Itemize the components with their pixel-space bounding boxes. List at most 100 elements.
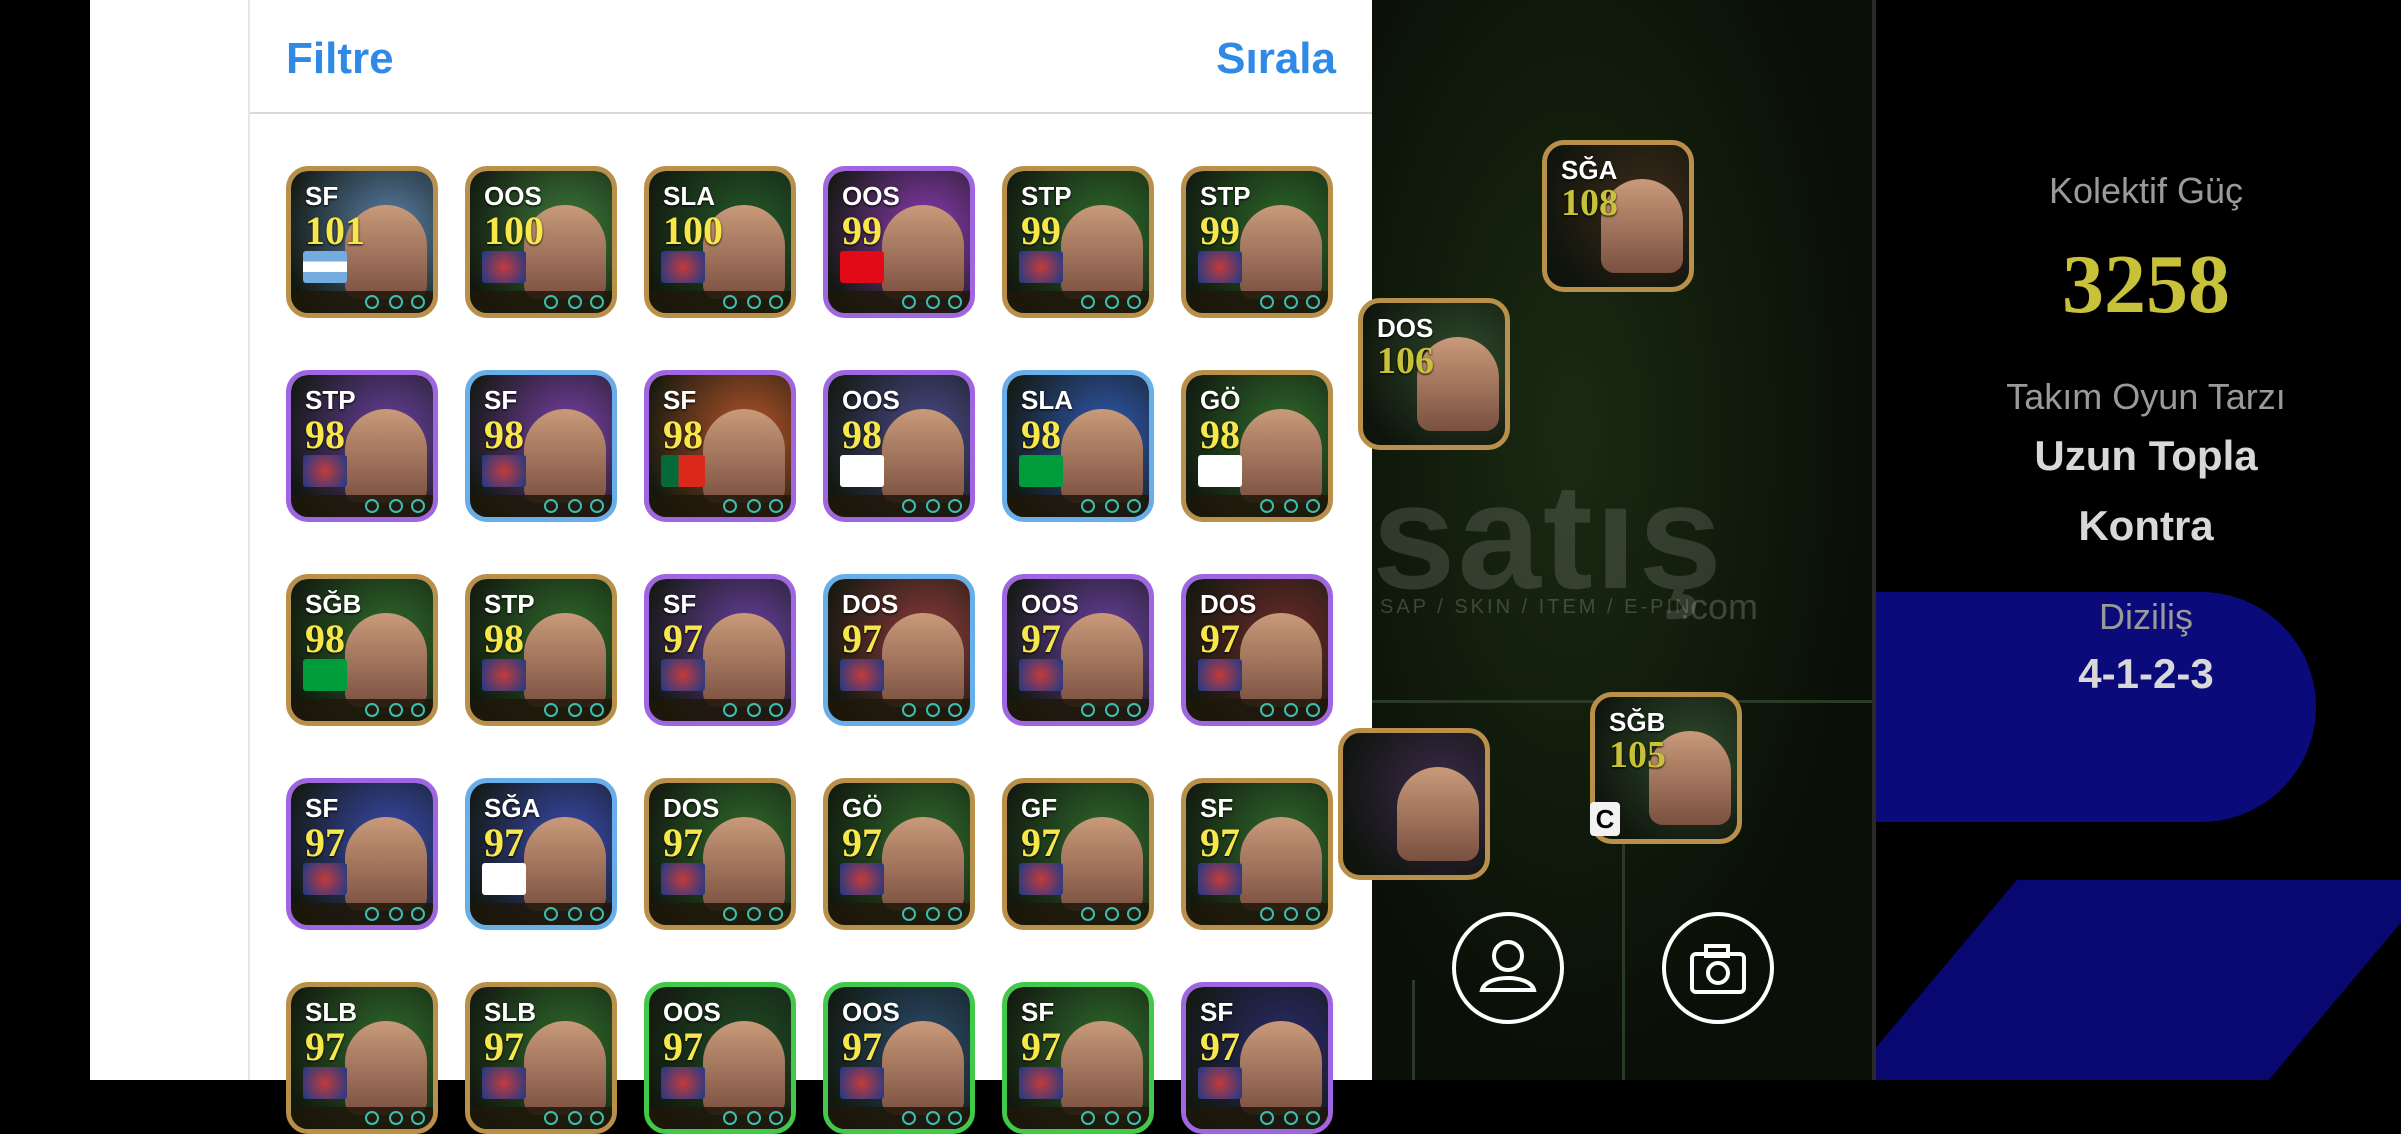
player-card[interactable]: SF 97 bbox=[1002, 982, 1154, 1134]
skill-badge-icon bbox=[747, 295, 761, 309]
player-card[interactable]: SF 97 bbox=[1181, 982, 1333, 1134]
skill-badge-icon bbox=[747, 499, 761, 513]
player-rating: 98 bbox=[484, 412, 524, 457]
decorative-shape bbox=[1876, 880, 2401, 1080]
skill-badge-icon bbox=[1260, 703, 1274, 717]
skill-badge-icon bbox=[1260, 499, 1274, 513]
player-card[interactable]: STP 98 bbox=[465, 574, 617, 726]
skill-badge-icon bbox=[769, 499, 783, 513]
player-card[interactable]: OOS 100 bbox=[465, 166, 617, 318]
player-card[interactable]: SF 98 bbox=[644, 370, 796, 522]
player-rating: 100 bbox=[484, 208, 544, 253]
skill-badge-icon bbox=[411, 703, 425, 717]
player-card[interactable]: SLB 97 bbox=[286, 982, 438, 1134]
player-portrait bbox=[882, 817, 964, 911]
skill-badge-icon bbox=[1105, 1111, 1119, 1125]
england-flag-icon bbox=[840, 455, 884, 487]
player-card[interactable]: SF 101 bbox=[286, 166, 438, 318]
skill-badge-icon bbox=[1081, 703, 1095, 717]
player-rating: 97 bbox=[842, 1024, 882, 1069]
player-card[interactable]: GÖ 98 bbox=[1181, 370, 1333, 522]
profile-button[interactable] bbox=[1452, 912, 1564, 1024]
player-card[interactable]: DOS 97 bbox=[644, 778, 796, 930]
skill-badge-icon bbox=[1105, 295, 1119, 309]
formation-value[interactable]: 4-1-2-3 bbox=[1876, 650, 2401, 698]
player-card[interactable]: STP 99 bbox=[1002, 166, 1154, 318]
skill-badge-icon bbox=[723, 295, 737, 309]
skill-badge-icon bbox=[590, 499, 604, 513]
camera-button[interactable] bbox=[1662, 912, 1774, 1024]
player-card[interactable]: OOS 97 bbox=[644, 982, 796, 1134]
player-rating: 105 bbox=[1609, 734, 1666, 776]
player-card[interactable]: OOS 97 bbox=[823, 982, 975, 1134]
player-card[interactable]: DOS 97 bbox=[1181, 574, 1333, 726]
player-card[interactable]: SĞB 98 bbox=[286, 574, 438, 726]
player-portrait bbox=[1240, 817, 1322, 911]
player-portrait bbox=[1240, 1021, 1322, 1115]
player-card[interactable]: OOS 99 bbox=[823, 166, 975, 318]
player-portrait bbox=[524, 1021, 606, 1115]
player-card[interactable]: OOS 97 bbox=[1002, 574, 1154, 726]
real-madrid-badge-icon bbox=[303, 863, 347, 895]
watermark-com: .com bbox=[1680, 586, 1759, 627]
player-card[interactable]: OOS 98 bbox=[823, 370, 975, 522]
player-portrait bbox=[345, 409, 427, 503]
player-card[interactable]: SĞA 97 bbox=[465, 778, 617, 930]
player-rating: 97 bbox=[1021, 1024, 1061, 1069]
pitch-player-card[interactable]: DOS 106 bbox=[1358, 298, 1510, 450]
skill-badge-icon bbox=[926, 1111, 940, 1125]
arsenal-badge-icon bbox=[1019, 659, 1063, 691]
pitch-player-card[interactable] bbox=[1338, 728, 1490, 880]
club-badge-icon bbox=[482, 251, 526, 283]
skill-badge-icon bbox=[769, 295, 783, 309]
player-card[interactable]: SF 97 bbox=[286, 778, 438, 930]
player-card[interactable]: SLA 100 bbox=[644, 166, 796, 318]
skill-badge-icon bbox=[365, 295, 379, 309]
skill-badge-icon bbox=[568, 907, 582, 921]
pitch-player-card[interactable]: SĞA 108 bbox=[1542, 140, 1694, 292]
fenerbahce-badge-icon bbox=[661, 659, 705, 691]
skill-badge-icon bbox=[389, 499, 403, 513]
player-portrait bbox=[1061, 205, 1143, 299]
player-rating: 97 bbox=[1200, 820, 1240, 865]
player-card[interactable]: STP 98 bbox=[286, 370, 438, 522]
player-rating: 98 bbox=[1200, 412, 1240, 457]
brazil-flag-icon bbox=[1019, 455, 1063, 487]
player-rating: 98 bbox=[1021, 412, 1061, 457]
club-badge-icon bbox=[303, 1067, 347, 1099]
player-portrait bbox=[882, 409, 964, 503]
skill-badge-icon bbox=[1105, 499, 1119, 513]
player-rating: 97 bbox=[1200, 616, 1240, 661]
team-stats-panel: Kolektif Güç 3258 Takım Oyun Tarzı Uzun … bbox=[1872, 0, 2401, 1080]
player-portrait bbox=[345, 1021, 427, 1115]
player-rating: 106 bbox=[1377, 340, 1434, 382]
player-card[interactable]: GÖ 97 bbox=[823, 778, 975, 930]
player-rating: 98 bbox=[484, 616, 524, 661]
bayern-badge-icon bbox=[1019, 251, 1063, 283]
turkey-flag-icon bbox=[840, 251, 884, 283]
sort-button[interactable]: Sırala bbox=[1216, 34, 1336, 84]
skill-badge-icon bbox=[769, 1111, 783, 1125]
skill-badge-icon bbox=[1306, 703, 1320, 717]
skill-badge-icon bbox=[948, 703, 962, 717]
player-card[interactable]: SLB 97 bbox=[465, 982, 617, 1134]
player-card[interactable]: SF 98 bbox=[465, 370, 617, 522]
player-card[interactable]: DOS 97 bbox=[823, 574, 975, 726]
la-galaxy-badge-icon bbox=[840, 863, 884, 895]
player-rating: 98 bbox=[842, 412, 882, 457]
skill-badge-icon bbox=[747, 1111, 761, 1125]
skill-badge-icon bbox=[948, 499, 962, 513]
skill-badge-icon bbox=[723, 703, 737, 717]
skill-badge-icon bbox=[1284, 295, 1298, 309]
skill-badge-icon bbox=[544, 907, 558, 921]
player-card[interactable]: SF 97 bbox=[1181, 778, 1333, 930]
player-card[interactable]: SLA 98 bbox=[1002, 370, 1154, 522]
filter-button[interactable]: Filtre bbox=[286, 34, 394, 84]
player-rating: 97 bbox=[305, 820, 345, 865]
player-portrait bbox=[345, 613, 427, 707]
player-card[interactable]: STP 99 bbox=[1181, 166, 1333, 318]
skill-badge-icon bbox=[365, 703, 379, 717]
player-card[interactable]: SF 97 bbox=[644, 574, 796, 726]
player-card[interactable]: GF 97 bbox=[1002, 778, 1154, 930]
skill-badge-icon bbox=[1284, 1111, 1298, 1125]
